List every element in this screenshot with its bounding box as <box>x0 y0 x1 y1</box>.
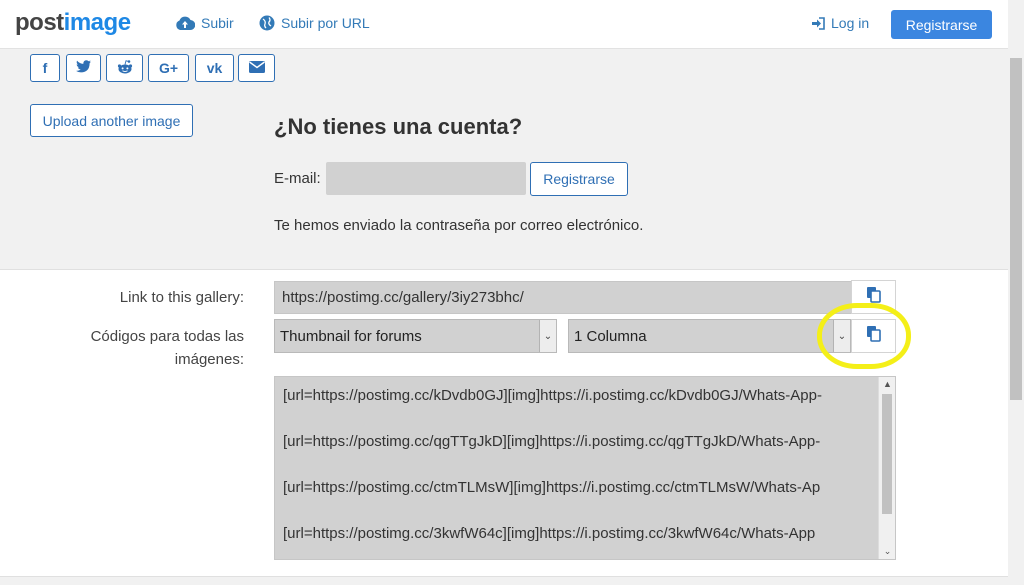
no-account-heading: ¿No tienes una cuenta? <box>274 114 523 139</box>
register-button[interactable]: Registrarse <box>891 10 992 39</box>
codes-label-line1: Códigos para todas las <box>90 328 244 345</box>
codes-textarea[interactable]: [url=https://postimg.cc/kDvdb0GJ][img]ht… <box>274 376 896 560</box>
upload-link[interactable]: Subir <box>175 15 234 31</box>
upload-by-url-link[interactable]: Subir por URL <box>259 15 370 31</box>
codes-label-line2: imágenes: <box>174 351 244 368</box>
code-format-select-value: Thumbnail for forums <box>280 327 422 345</box>
postimage-logo[interactable]: postimage <box>15 9 131 37</box>
reddit-icon <box>117 59 133 77</box>
scroll-up-icon[interactable]: ▲ <box>879 379 895 389</box>
gallery-link-field[interactable]: https://postimg.cc/gallery/3iy273bhc/ <box>274 281 852 314</box>
email-icon <box>248 60 265 76</box>
logo-text-image: image <box>63 9 131 36</box>
sign-in-icon <box>812 16 825 30</box>
logo-text-post: post <box>15 9 64 36</box>
top-navbar: postimage Subir Subir por URL Log in Reg… <box>0 0 1008 49</box>
code-line: [url=https://postimg.cc/qgTTgJkD][img]ht… <box>283 433 821 450</box>
upload-link-label: Subir <box>201 15 234 31</box>
register-email-button[interactable]: Registrarse <box>530 162 628 196</box>
codes-scrollbar[interactable]: ▲ ⌄ <box>878 377 895 559</box>
share-email-button[interactable] <box>238 54 275 82</box>
share-vk-button[interactable]: vk <box>195 54 234 82</box>
columns-select[interactable]: 1 Columna ⌄ <box>568 319 851 353</box>
code-line: [url=https://postimg.cc/3kwfW64c][img]ht… <box>283 525 816 542</box>
share-twitter-button[interactable] <box>66 54 101 82</box>
page-scrollbar[interactable] <box>1008 0 1024 585</box>
code-line: [url=https://postimg.cc/ctmTLMsW][img]ht… <box>283 479 821 496</box>
globe-icon <box>259 15 275 31</box>
login-link-label: Log in <box>831 15 870 31</box>
facebook-icon: f <box>42 60 48 76</box>
cloud-upload-icon <box>175 16 195 31</box>
share-reddit-button[interactable] <box>106 54 143 82</box>
code-format-select[interactable]: Thumbnail for forums ⌄ <box>274 319 557 353</box>
password-sent-message: Te hemos enviado la contraseña por corre… <box>274 217 644 234</box>
upload-another-image-button[interactable]: Upload another image <box>30 104 193 137</box>
code-line: [url=https://postimg.cc/kDvdb0GJ][img]ht… <box>283 387 822 404</box>
scroll-down-icon[interactable]: ⌄ <box>879 546 895 557</box>
share-google-plus-button[interactable]: G+ <box>148 54 189 82</box>
email-label: E-mail: <box>274 170 321 187</box>
page-scrollbar-thumb[interactable] <box>1010 58 1022 400</box>
codes-label: Códigos para todas las imágenes: <box>91 325 244 371</box>
google-plus-icon: G+ <box>158 60 179 76</box>
footer-strip <box>0 576 1008 585</box>
gallery-link-label: Link to this gallery: <box>119 289 244 306</box>
chevron-down-icon: ⌄ <box>539 320 556 352</box>
email-input[interactable] <box>326 162 526 195</box>
columns-select-value: 1 Columna <box>574 327 647 345</box>
highlight-circle <box>817 303 911 369</box>
upload-by-url-label: Subir por URL <box>281 15 370 31</box>
twitter-icon <box>76 60 91 76</box>
share-facebook-button[interactable]: f <box>30 54 60 82</box>
vk-icon: vk <box>206 60 223 76</box>
login-link[interactable]: Log in <box>812 15 869 31</box>
codes-scrollbar-thumb[interactable] <box>882 394 892 514</box>
account-section: f G+ vk Upload another image ¿No tienes … <box>0 49 1008 270</box>
